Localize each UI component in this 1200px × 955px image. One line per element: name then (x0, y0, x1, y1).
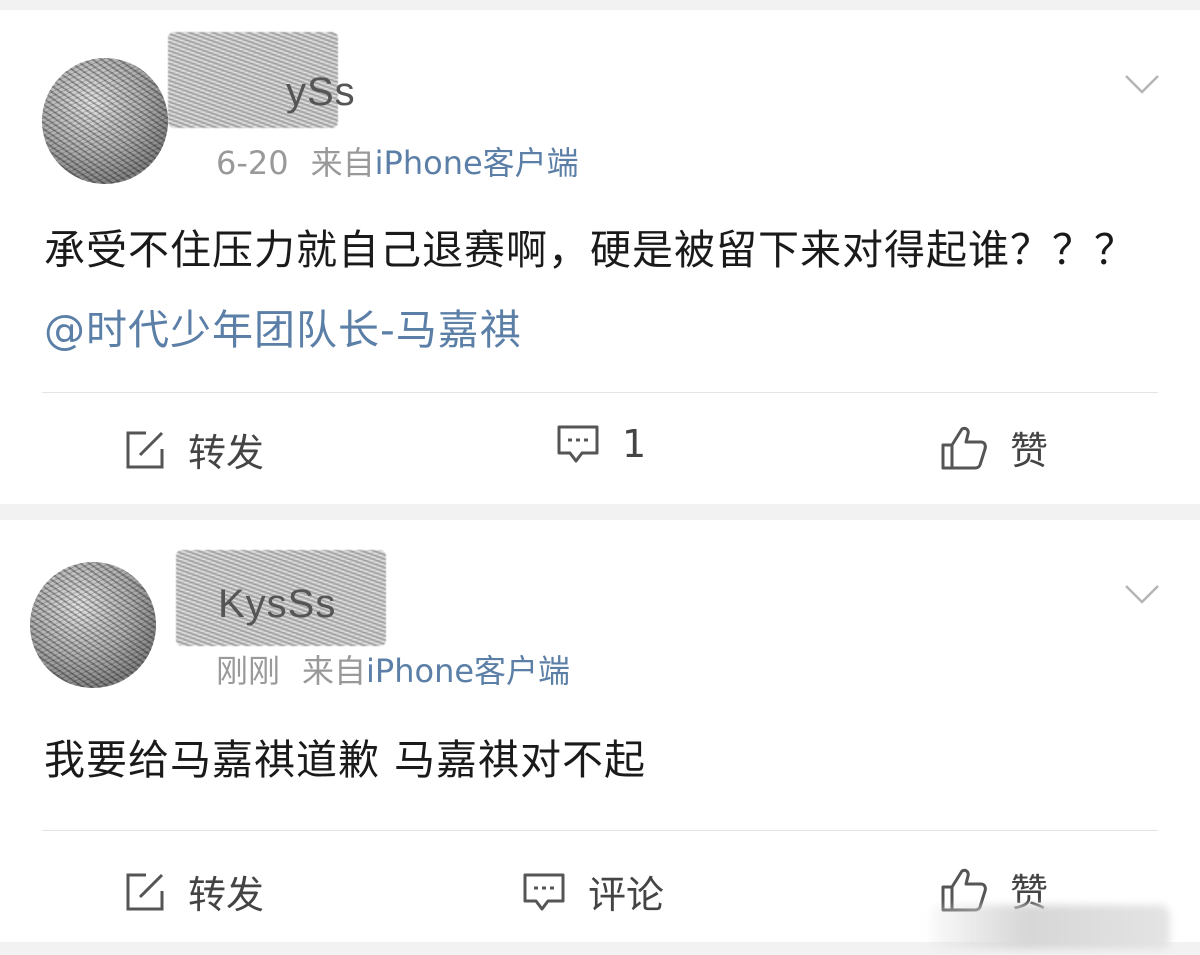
repost-button[interactable]: 转发 (124, 422, 264, 477)
chevron-down-icon[interactable] (1124, 582, 1160, 606)
username[interactable]: ySs (286, 70, 356, 115)
like-icon (941, 426, 987, 469)
avatar[interactable] (42, 58, 168, 184)
post-time: 刚刚 (216, 652, 281, 690)
comment-button[interactable]: 评论 (522, 864, 664, 919)
username[interactable]: KysSs (218, 582, 336, 627)
divider (42, 392, 1158, 393)
repost-button[interactable]: 转发 (124, 864, 264, 919)
post-card: ySs 6-20 来自iPhone客户端 承受不住压力就自己退赛啊，硬是被留下来对… (0, 10, 1200, 504)
like-button[interactable]: 赞 (940, 420, 1048, 475)
post-text: 承受不住压力就自己退赛啊，硬是被留下来对得起谁？？？ (44, 226, 1136, 274)
repost-label: 转发 (188, 873, 265, 917)
source-prefix: 来自 (302, 652, 367, 690)
like-label: 赞 (1010, 429, 1049, 473)
comment-label: 1 (622, 422, 647, 466)
mention-link[interactable]: @时代少年团队长-马嘉祺 (44, 306, 522, 354)
repost-label: 转发 (188, 431, 265, 475)
weibo-comment-feed: ySs 6-20 来自iPhone客户端 承受不住压力就自己退赛啊，硬是被留下来对… (0, 0, 1200, 955)
post-meta: 刚刚 来自iPhone客户端 (216, 646, 570, 692)
post-meta: 6-20 来自iPhone客户端 (216, 138, 579, 184)
avatar[interactable] (30, 562, 156, 688)
divider (42, 830, 1158, 831)
chevron-down-icon[interactable] (1124, 72, 1160, 96)
source-link[interactable]: iPhone客户端 (366, 652, 570, 690)
comment-icon (557, 425, 599, 463)
repost-icon (126, 873, 164, 910)
source-link[interactable]: iPhone客户端 (375, 144, 579, 182)
post-content: 我要给马嘉祺道歉 马嘉祺对不起 (44, 720, 1164, 800)
post-time: 6-20 (216, 144, 289, 182)
comment-icon (523, 873, 565, 910)
source-prefix: 来自 (310, 144, 375, 182)
post-text: 我要给马嘉祺道歉 马嘉祺对不起 (44, 736, 647, 784)
post-content: 承受不住压力就自己退赛啊，硬是被留下来对得起谁？？？ @时代少年团队长-马嘉祺 (44, 210, 1164, 370)
post-card: KysSs 刚刚来自iPhone客户端 我要给马嘉祺道歉 马嘉祺对不起 转发 (0, 520, 1200, 942)
comment-button[interactable]: 1 (556, 422, 646, 466)
comment-label: 评论 (588, 873, 665, 917)
repost-icon (126, 431, 164, 468)
watermark-blur (930, 905, 1170, 949)
